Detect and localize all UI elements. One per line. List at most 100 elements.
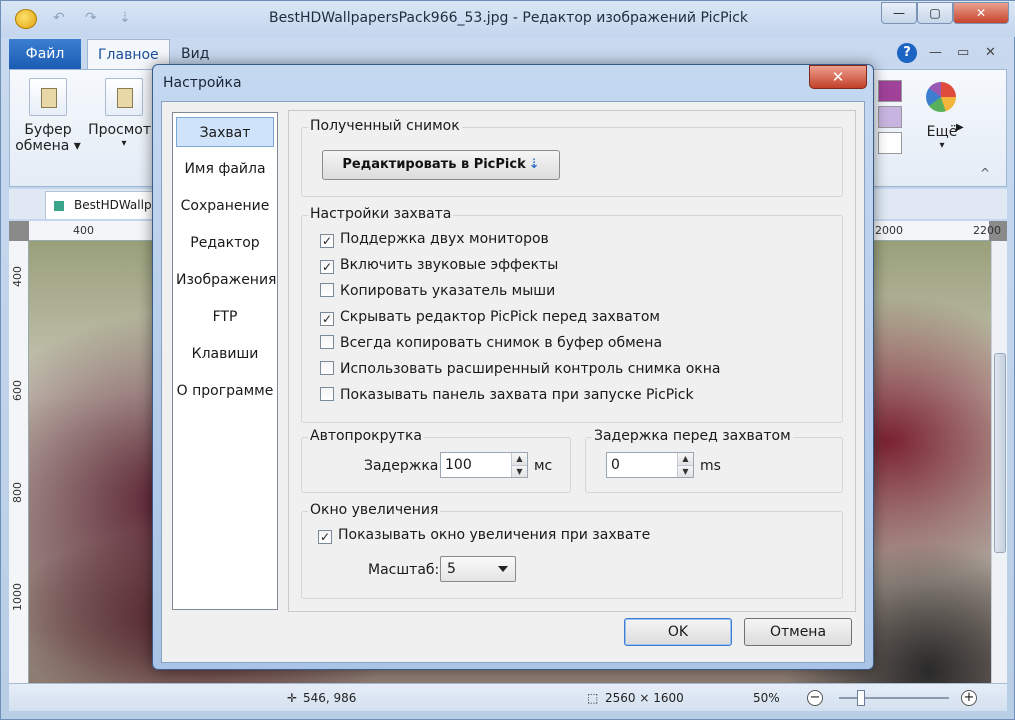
magnifier-title: Окно увеличения	[308, 502, 441, 518]
vertical-scrollbar[interactable]	[991, 241, 1007, 683]
image-tab-icon	[54, 201, 64, 211]
ruler-tick: 600	[11, 380, 24, 401]
color-swatch-lavender[interactable]	[878, 106, 902, 128]
stepper-up-icon[interactable]: ▲	[512, 453, 527, 465]
ruler-tick: 2200	[973, 224, 1001, 237]
nav-item-about[interactable]: О программе	[176, 376, 274, 406]
minimize-button[interactable]: —	[881, 2, 917, 24]
tab-file[interactable]: Файл	[9, 39, 81, 69]
option-show-capture-bar[interactable]: Показывать панель захвата при запуске Pi…	[320, 386, 694, 404]
dialog-body: Захват Имя файла Сохранение Редактор Изо…	[161, 101, 865, 663]
scale-select[interactable]: 5	[440, 556, 516, 582]
stepper-up-icon[interactable]: ▲	[678, 453, 693, 465]
option-label: Копировать указатель мыши	[340, 283, 556, 299]
settings-nav: Захват Имя файла Сохранение Редактор Изо…	[172, 112, 278, 610]
ruler-tick: 2000	[875, 224, 903, 237]
document-tab-label: BestHDWallpa	[74, 198, 159, 212]
option-label: Показывать панель захвата при запуске Pi…	[340, 387, 694, 403]
capture-delay-title: Задержка перед захватом	[592, 428, 793, 444]
autoscroll-title: Автопрокрутка	[308, 428, 424, 444]
clipboard-button[interactable]: Буфер обмена ▾	[14, 78, 82, 154]
chevron-down-icon	[498, 566, 508, 572]
view-label: Просмотр	[88, 122, 160, 138]
preview-icon	[105, 78, 143, 116]
stepper-buttons: ▲ ▼	[677, 453, 693, 477]
zoom-slider[interactable]	[839, 690, 949, 706]
title-bar: ↶ ↷ ⇣ BestHDWallpapersPack966_53.jpg - Р…	[1, 1, 1015, 37]
autoscroll-delay-label: Задержка:	[364, 458, 444, 474]
ruler-tick: 800	[11, 482, 24, 503]
autoscroll-delay-stepper[interactable]: 100 ▲ ▼	[440, 452, 528, 478]
ribbon-minimize-icon[interactable]: —	[929, 45, 942, 60]
option-advanced-window[interactable]: Использовать расширенный контроль снимка…	[320, 360, 720, 378]
ruler-left: 400 600 800 1000	[9, 241, 29, 683]
option-dual-monitor[interactable]: ✓ Поддержка двух мониторов	[320, 230, 549, 248]
magnifier-group: Окно увеличения ✓ Показывать окно увеличе…	[301, 502, 843, 599]
option-copy-cursor[interactable]: Копировать указатель мыши	[320, 282, 555, 300]
zoom-out-button[interactable]: −	[807, 690, 823, 706]
color-swatch-purple[interactable]	[878, 80, 902, 102]
autoscroll-unit: мс	[534, 458, 553, 474]
clipboard-label-2: обмена ▾	[15, 138, 81, 154]
ruler-tick: 400	[73, 224, 94, 237]
stepper-down-icon[interactable]: ▼	[678, 465, 693, 477]
checkbox[interactable]: ✓	[320, 260, 334, 274]
option-label: Включить звуковые эффекты	[340, 257, 559, 273]
dialog-close-button[interactable]: ✕	[809, 65, 867, 89]
zoom-slider-thumb[interactable]	[857, 690, 865, 706]
status-bar: ✛ 546, 986 ⬚ 2560 × 1600 50% − +	[9, 683, 1007, 711]
edit-in-picpick-button[interactable]: Редактировать в PicPick ⇣	[322, 150, 560, 180]
nav-item-hotkeys[interactable]: Клавиши	[176, 339, 274, 369]
option-hide-editor[interactable]: ✓ Скрывать редактор PicPick перед захвато…	[320, 308, 660, 326]
nav-item-images[interactable]: Изображения	[176, 265, 276, 295]
scrollbar-thumb[interactable]	[994, 353, 1006, 553]
help-icon[interactable]: ?	[897, 43, 917, 63]
view-button[interactable]: Просмотр ▾	[86, 78, 162, 149]
cancel-button[interactable]: Отмена	[744, 618, 852, 646]
scale-label: Масштаб:	[368, 562, 440, 578]
nav-item-ftp[interactable]: FTP	[176, 302, 274, 332]
dropdown-arrow-icon: ⇣	[528, 157, 540, 172]
checkbox[interactable]	[320, 283, 334, 297]
maximize-button[interactable]: ▢	[917, 2, 953, 24]
autoscroll-group: Автопрокрутка Задержка: 100 ▲ ▼ мс	[301, 428, 571, 493]
scroll-right-icon[interactable]: ▶	[956, 122, 964, 133]
scale-value: 5	[447, 561, 456, 577]
window-title: BestHDWallpapersPack966_53.jpg - Редакто…	[268, 10, 749, 26]
checkbox[interactable]	[320, 361, 334, 375]
view-arrow-icon: ▾	[121, 138, 127, 149]
option-label: Скрывать редактор PicPick перед захватом	[340, 309, 660, 325]
cursor-position-icon: ✛	[287, 691, 298, 705]
nav-item-capture[interactable]: Захват	[176, 117, 274, 147]
checkbox[interactable]: ✓	[318, 530, 332, 544]
color-swatch-white[interactable]	[878, 132, 902, 154]
capture-settings-group: Настройки захвата ✓ Поддержка двух монито…	[301, 206, 843, 423]
option-label: Показывать окно увеличения при захвате	[338, 527, 651, 543]
image-size: 2560 × 1600	[605, 691, 684, 705]
stepper-down-icon[interactable]: ▼	[512, 465, 527, 477]
capture-delay-stepper[interactable]: 0 ▲ ▼	[606, 452, 694, 478]
ribbon-restore-icon[interactable]: ▭	[957, 45, 969, 60]
nav-item-filename[interactable]: Имя файла	[176, 154, 274, 184]
close-button[interactable]: ✕	[953, 2, 1009, 24]
option-label: Поддержка двух мониторов	[340, 231, 549, 247]
option-label: Использовать расширенный контроль снимка…	[340, 361, 721, 377]
checkbox[interactable]	[320, 387, 334, 401]
option-sound-effects[interactable]: ✓ Включить звуковые эффекты	[320, 256, 558, 274]
checkbox[interactable]: ✓	[320, 234, 334, 248]
edit-button-label: Редактировать в PicPick	[342, 157, 526, 172]
checkbox[interactable]	[320, 335, 334, 349]
ribbon-collapse-icon[interactable]: ^	[980, 166, 990, 180]
option-show-magnifier[interactable]: ✓ Показывать окно увеличения при захвате	[318, 526, 650, 544]
zoom-in-button[interactable]: +	[961, 690, 977, 706]
checkbox[interactable]: ✓	[320, 312, 334, 326]
nav-item-editor[interactable]: Редактор	[176, 228, 274, 258]
ok-button[interactable]: OK	[624, 618, 732, 646]
option-copy-clipboard[interactable]: Всегда копировать снимок в буфер обмена	[320, 334, 662, 352]
color-palette-icon[interactable]	[926, 82, 956, 112]
nav-item-save[interactable]: Сохранение	[176, 191, 274, 221]
stepper-buttons: ▲ ▼	[511, 453, 527, 477]
image-size-icon: ⬚	[587, 691, 599, 705]
capture-settings-panel: Полученный снимок Редактировать в PicPic…	[288, 110, 856, 612]
ribbon-close-icon[interactable]: ✕	[985, 45, 996, 60]
